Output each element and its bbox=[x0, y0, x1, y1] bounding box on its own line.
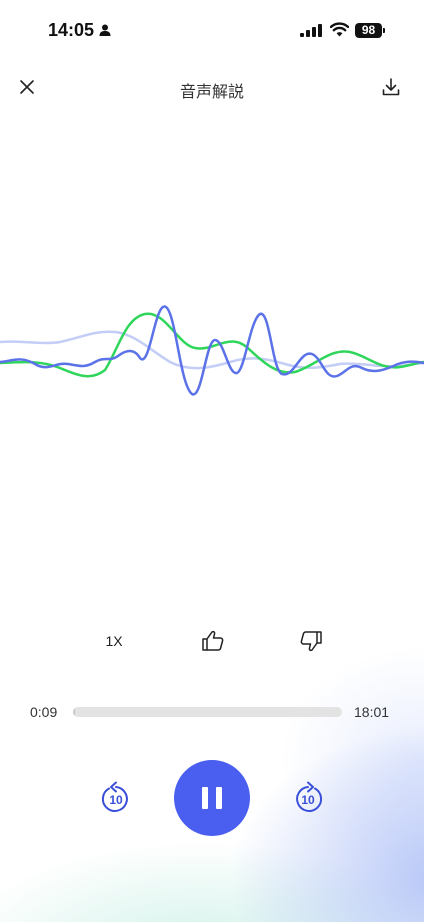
thumbs-up-icon bbox=[202, 630, 224, 651]
person-icon bbox=[99, 24, 111, 36]
page-title: 音声解説 bbox=[179, 84, 244, 101]
playback-speed-button[interactable]: 1X bbox=[96, 630, 132, 652]
status-bar: 14:05 98 bbox=[0, 0, 424, 60]
elapsed-time: 0:09 bbox=[30, 704, 58, 720]
audio-waveform bbox=[0, 305, 424, 396]
dislike-button[interactable] bbox=[298, 628, 324, 654]
download-icon bbox=[382, 78, 400, 96]
pause-button[interactable] bbox=[174, 760, 250, 836]
forward-10-button[interactable]: 10 bbox=[290, 779, 326, 819]
battery-tip bbox=[383, 28, 385, 33]
wifi-icon bbox=[330, 22, 349, 37]
progress-fill bbox=[73, 707, 76, 717]
total-duration: 18:01 bbox=[354, 704, 390, 720]
download-button[interactable] bbox=[380, 76, 402, 98]
pause-icon-right-bar bbox=[216, 787, 222, 809]
like-button[interactable] bbox=[200, 628, 226, 654]
thumbs-down-icon bbox=[300, 631, 322, 652]
status-time: 14:05 bbox=[48, 20, 95, 40]
pause-icon-left-bar bbox=[202, 787, 208, 809]
forward-10-icon: 10 bbox=[296, 781, 323, 812]
forward-10-label: 10 bbox=[301, 793, 315, 807]
waveform-blue-line bbox=[0, 305, 424, 396]
rewind-10-icon: 10 bbox=[101, 781, 128, 812]
progress-bar[interactable] bbox=[73, 707, 342, 717]
signal-icon bbox=[300, 24, 322, 37]
rewind-10-label: 10 bbox=[109, 793, 123, 807]
battery-icon: 98 bbox=[355, 23, 382, 38]
rewind-10-button[interactable]: 10 bbox=[98, 779, 134, 819]
